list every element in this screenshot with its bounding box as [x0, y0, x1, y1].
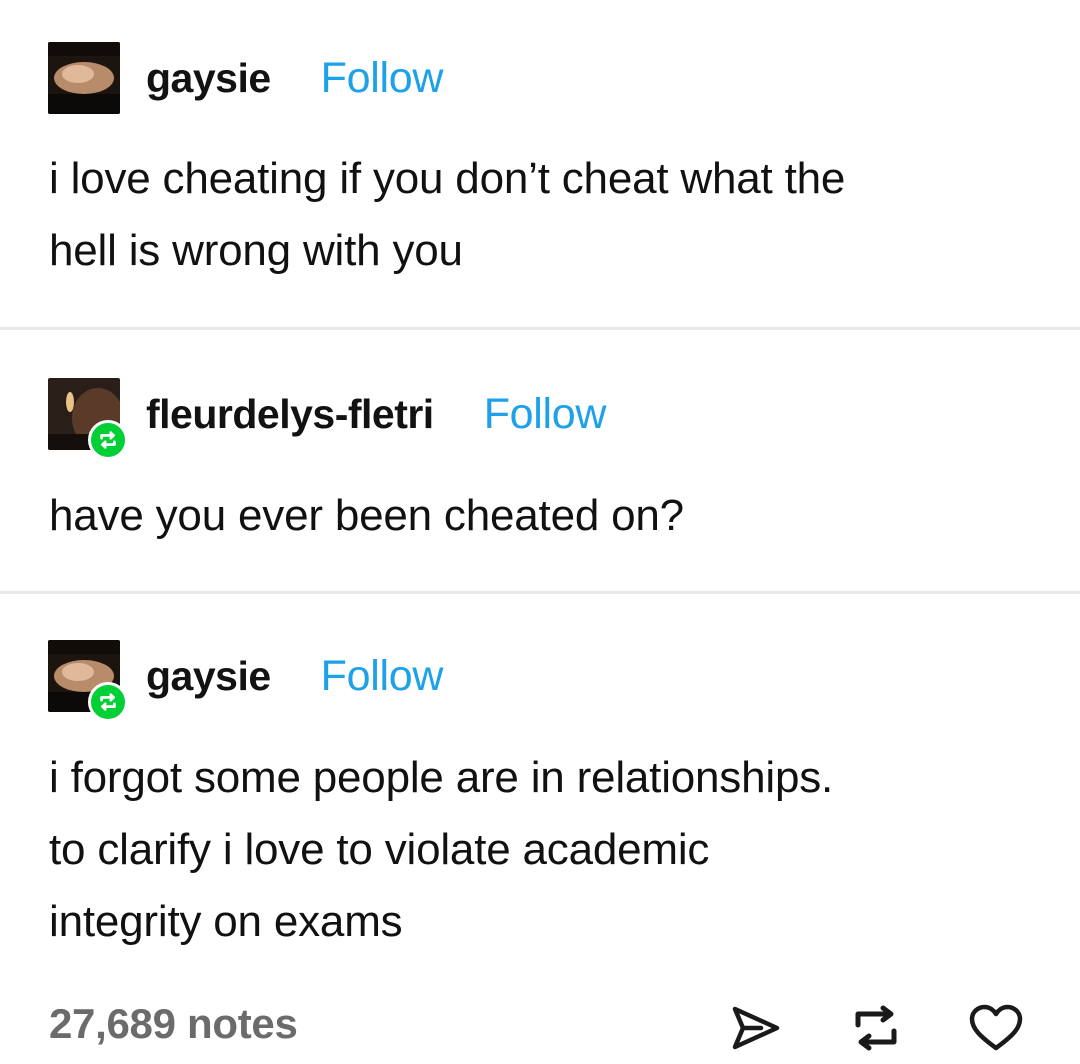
post-1: gaysie Follow i love cheating if you don…: [0, 0, 1080, 325]
notes-count[interactable]: 27,689 notes: [49, 1000, 298, 1048]
text-line: have you ever been cheated on?: [49, 491, 684, 540]
post-header: gaysie Follow: [48, 640, 444, 722]
text-line: to clarify i love to violate academic: [49, 825, 710, 874]
follow-button[interactable]: Follow: [321, 652, 444, 701]
reblog-icon[interactable]: [846, 998, 906, 1058]
username[interactable]: gaysie: [146, 55, 271, 102]
follow-button[interactable]: Follow: [321, 54, 444, 103]
reblog-badge-icon: [88, 682, 128, 722]
username[interactable]: fleurdelys-fletri: [146, 391, 434, 438]
post-3: gaysie Follow i forgot some people are i…: [0, 594, 1080, 984]
avatar[interactable]: [48, 378, 128, 460]
post-header: gaysie Follow: [48, 42, 443, 114]
username[interactable]: gaysie: [146, 653, 271, 700]
post-text: have you ever been cheated on?: [49, 480, 1039, 552]
avatar[interactable]: [48, 640, 128, 722]
reblog-badge-icon: [88, 420, 128, 460]
text-line: integrity on exams: [49, 897, 403, 946]
text-line: i love cheating if you don’t cheat what …: [49, 154, 846, 203]
follow-button[interactable]: Follow: [484, 390, 607, 439]
like-icon[interactable]: [966, 998, 1026, 1058]
post-header: fleurdelys-fletri Follow: [48, 378, 607, 460]
text-line: hell is wrong with you: [49, 226, 463, 275]
post-footer: 27,689 notes: [0, 990, 1080, 1062]
post-text: i love cheating if you don’t cheat what …: [49, 143, 1039, 287]
share-icon[interactable]: [726, 998, 786, 1058]
avatar[interactable]: [48, 42, 120, 114]
post-2: fleurdelys-fletri Follow have you ever b…: [0, 330, 1080, 590]
text-line: i forgot some people are in relationship…: [49, 753, 834, 802]
post-text: i forgot some people are in relationship…: [49, 742, 1039, 958]
